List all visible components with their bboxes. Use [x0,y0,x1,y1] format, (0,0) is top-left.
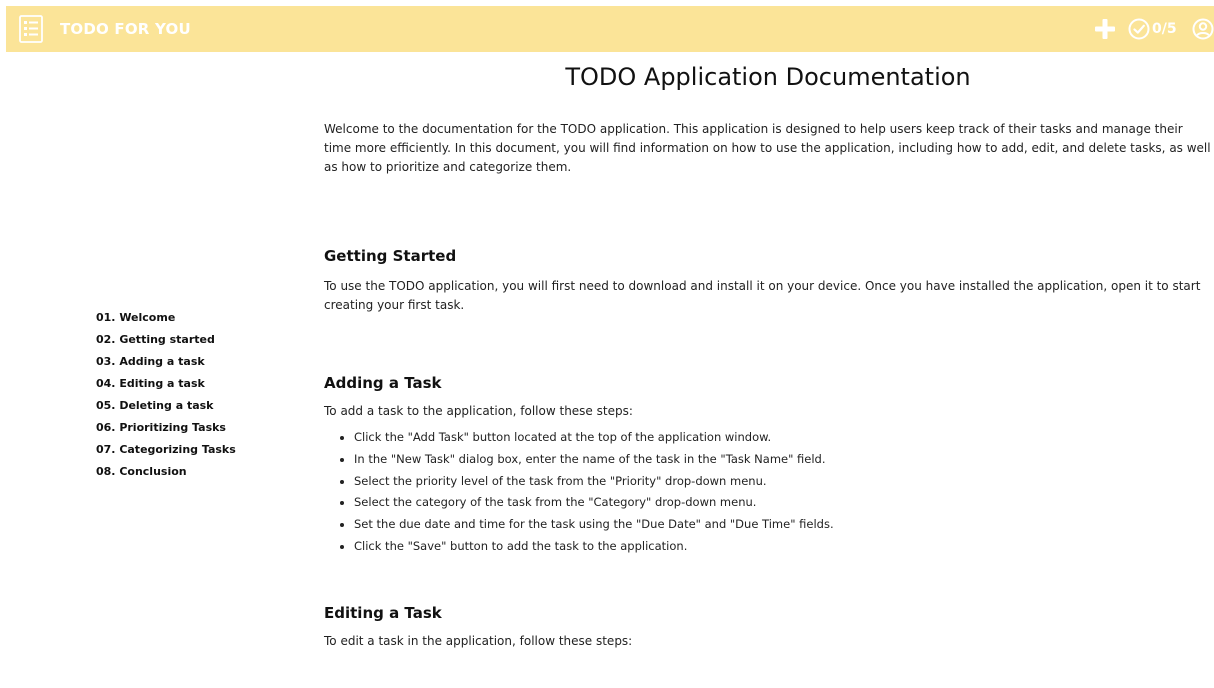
toc-item-prioritizing-tasks[interactable]: 06. Prioritizing Tasks [96,417,236,439]
task-progress-button[interactable]: 0/5 [1127,17,1177,41]
toc-item-categorizing-tasks[interactable]: 07. Categorizing Tasks [96,439,236,461]
toc-item-getting-started[interactable]: 02. Getting started [96,329,236,351]
check-circle-icon [1128,18,1150,40]
list-item: Select the category of the task from the… [354,492,1212,514]
toc-item-conclusion[interactable]: 08. Conclusion [96,461,236,483]
doc-content: Welcome to the documentation for the TOD… [324,120,1212,651]
section-heading-editing-task: Editing a Task [324,603,442,622]
list-item: Set the due date and time for the task u… [354,514,1212,536]
page-title: TODO Application Documentation [565,63,971,91]
app-title: TODO FOR YOU [60,20,191,38]
toc-item-adding-task[interactable]: 03. Adding a task [96,351,236,373]
top-bar: TODO FOR YOU 0/5 [6,6,1214,52]
task-progress-count: 0/5 [1152,21,1177,37]
getting-started-paragraph: To use the TODO application, you will fi… [324,279,1201,312]
section-heading-getting-started: Getting Started [324,247,457,265]
list-item: Click the "Save" button to add the task … [354,536,1212,558]
table-of-contents: 01. Welcome 02. Getting started 03. Addi… [96,307,236,483]
list-item: In the "New Task" dialog box, enter the … [354,449,1212,471]
user-circle-icon[interactable] [1191,17,1214,41]
toc-item-welcome[interactable]: 01. Welcome [96,307,236,329]
list-icon[interactable] [16,14,46,44]
adding-task-intro: To add a task to the application, follow… [324,404,633,418]
toc-item-editing-task[interactable]: 04. Editing a task [96,373,236,395]
editing-task-intro: To edit a task in the application, follo… [324,633,633,648]
section-heading-adding-task: Adding a Task [324,374,442,392]
adding-task-steps: Click the "Add Task" button located at t… [324,427,1212,558]
intro-paragraph: Welcome to the documentation for the TOD… [324,122,1211,174]
toc-item-deleting-task[interactable]: 05. Deleting a task [96,395,236,417]
list-item: Click the "Add Task" button located at t… [354,427,1212,449]
list-item: Select the priority level of the task fr… [354,471,1212,493]
plus-icon[interactable] [1092,16,1118,42]
